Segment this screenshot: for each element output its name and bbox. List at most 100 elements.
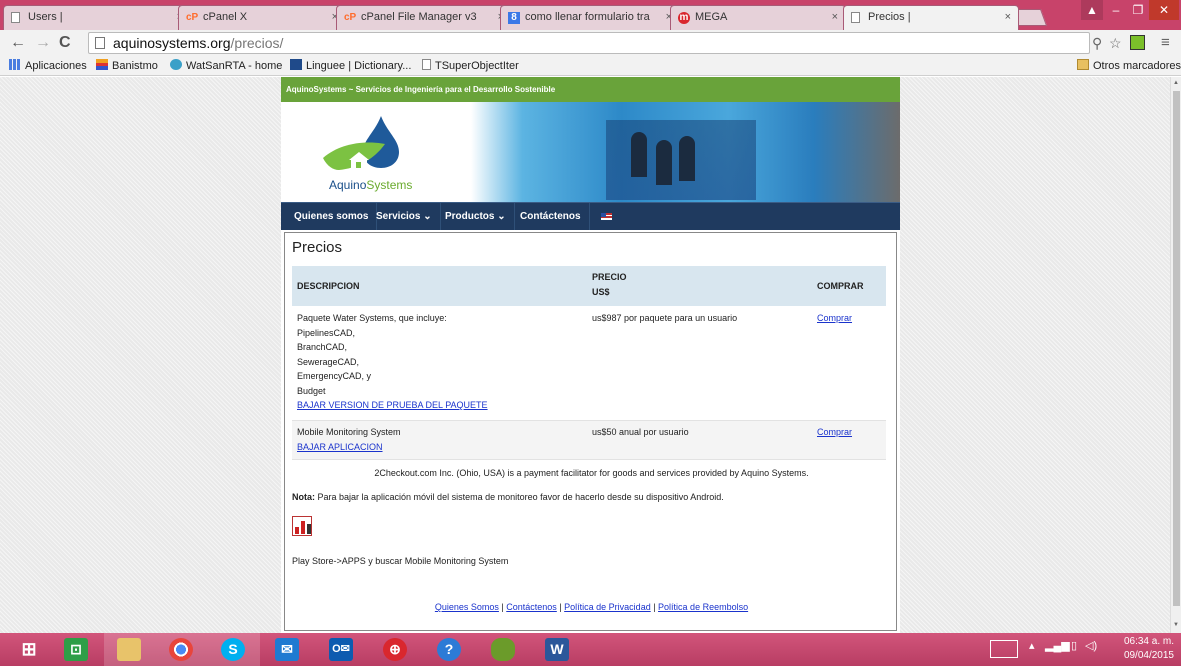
clock-time: 06:34 a. m. [1123,636,1174,647]
column-header-currency: US$ [592,287,610,297]
help-icon[interactable]: ? [424,633,476,666]
page-icon [11,12,20,23]
mail-icon[interactable]: ✉ [262,633,314,666]
bookmark-otros-marcadores[interactable]: Otros marcadores [1077,59,1181,72]
playstore-instructions: Play Store->APPS y buscar Mobile Monitor… [292,556,509,566]
system-clock[interactable]: 06:34 a. m. 09/04/2015 [1098,635,1174,663]
browser-tab-strip: Users | × cP cPanel X × cP cPanel File M… [0,0,1181,30]
minimize-button[interactable]: – [1105,0,1127,20]
bookmarks-bar: Aplicaciones Banistmo WatSanRTA - home L… [0,56,1181,76]
back-arrow-icon[interactable]: ← [10,34,26,52]
reload-icon[interactable]: C [59,34,71,52]
store-icon[interactable]: ⊡ [51,633,103,666]
download-trial-link[interactable]: BAJAR VERSION DE PRUEBA DEL PAQUETE [297,400,488,410]
page-title: Precios [292,239,343,256]
bookmark-linguee[interactable]: Linguee | Dictionary... [290,59,411,72]
window-close-button[interactable]: ✕ [1149,0,1179,20]
footer-link-contactenos[interactable]: Contáctenos [506,602,557,612]
battery-icon[interactable]: ▯ [1071,639,1077,652]
bookmark-banistmo[interactable]: Banistmo [96,59,158,72]
price-table: DESCRIPCION PRECIO US$ COMPRAR Paquete W… [292,266,886,460]
product-price: us$987 por paquete para un usuario [592,313,738,323]
nav-contactenos[interactable]: Contáctenos [512,203,590,230]
tab-title: como llenar formulario tra [525,11,650,23]
payment-facilitator-note: 2Checkout.com Inc. (Ohio, USA) is a paym… [374,468,809,478]
menu-icon[interactable]: ≡ [1161,33,1170,53]
header-person-image [631,132,647,177]
windows-start-icon[interactable]: ⊞ [4,633,56,666]
tab-users[interactable]: Users | × [3,5,191,30]
main-navigation: Quienes somos Servicios ⌄ Productos ⌄ Co… [281,202,900,230]
volume-icon[interactable]: ◁) [1085,639,1097,652]
tab-cpanel-x[interactable]: cP cPanel X × [178,5,346,30]
extension-icon[interactable] [1130,35,1145,50]
bookmark-label: Banistmo [112,60,158,72]
site-tagline: AquinoSystems ~ Servicios de Ingeniería … [286,85,556,94]
footer-link-reembolso[interactable]: Política de Reembolso [658,602,748,612]
opera-icon[interactable]: ⊕ [370,633,422,666]
keyboard-icon[interactable] [990,640,1018,658]
mega-icon: m [678,12,690,24]
bookmark-tsuperobjectiter[interactable]: TSuperObjectIter [422,59,519,72]
bookmark-label: Aplicaciones [25,60,87,72]
header-person-image [679,136,695,181]
page-icon [422,59,431,70]
footer-link-quienes-somos[interactable]: Quienes Somos [435,602,499,612]
tab-title: Users | [28,11,63,23]
show-hidden-icons[interactable]: ▴ [1029,639,1035,652]
tab-google-search[interactable]: 8 como llenar formulario tra × [500,5,680,30]
footer-link-privacidad[interactable]: Política de Privacidad [564,602,651,612]
product-description: Mobile Monitoring System BAJAR APLICACIO… [297,427,401,452]
tab-cpanel-file-manager[interactable]: cP cPanel File Manager v3 × [336,5,512,30]
bookmark-label: WatSanRTA - home [186,60,283,72]
scrollbar-thumb[interactable] [1173,91,1180,606]
table-header: DESCRIPCION PRECIO US$ COMPRAR [292,266,886,306]
tab-title: MEGA [695,11,728,23]
watsan-icon [170,59,182,70]
scroll-down-icon[interactable]: ▼ [1173,622,1179,628]
page-scrollbar[interactable]: ▲ ▼ [1170,77,1181,633]
close-icon[interactable]: × [832,11,838,23]
zoom-icon[interactable]: ⚲ [1092,33,1102,53]
buy-link[interactable]: Comprar [817,425,852,440]
scroll-up-icon[interactable]: ▲ [1173,80,1179,86]
file-explorer-icon[interactable] [104,633,156,666]
mobile-monitoring-app-icon [292,516,312,536]
forward-arrow-icon[interactable]: → [35,34,51,52]
url-text: aquinosystems.org/precios/ [113,35,284,51]
us-flag-icon[interactable] [601,213,612,220]
address-bar[interactable]: aquinosystems.org/precios/ [88,32,1090,54]
pricing-content: Precios DESCRIPCION PRECIO US$ COMPRAR P… [284,232,897,631]
nav-productos[interactable]: Productos ⌄ [437,203,515,230]
bookmark-aplicaciones[interactable]: Aplicaciones [9,59,87,72]
nav-quienes-somos[interactable]: Quienes somos [286,203,378,230]
apps-grid-icon [9,59,21,70]
bookmark-watsanrta[interactable]: WatSanRTA - home [170,59,282,72]
chrome-icon[interactable] [156,633,208,666]
word-icon[interactable]: W [532,633,584,666]
outlook-icon[interactable]: O✉ [316,633,368,666]
close-icon[interactable]: × [1005,11,1011,23]
cpanel-icon: cP [344,12,357,23]
tab-precios[interactable]: Precios | × [843,5,1019,30]
banistmo-icon [96,59,108,70]
network-signal-icon[interactable]: ▂▄▆ [1045,639,1070,652]
restore-button[interactable]: ❐ [1127,0,1149,20]
logo-wordmark: AquinoSystems [329,178,413,192]
bookmark-label: Linguee | Dictionary... [306,60,412,72]
nav-servicios[interactable]: Servicios ⌄ [368,203,441,230]
download-app-link[interactable]: BAJAR APLICACION [297,442,383,452]
linguee-icon [290,59,302,70]
game-icon[interactable] [478,633,530,666]
buy-link[interactable]: Comprar [817,311,852,326]
product-price: us$50 anual por usuario [592,427,689,437]
tab-title: Precios | [868,11,911,23]
skype-icon[interactable]: S [208,633,260,666]
tab-title: cPanel X [203,11,248,23]
site-container: AquinoSystems ~ Servicios de Ingeniería … [281,77,900,633]
bookmark-star-icon[interactable]: ☆ [1109,33,1122,53]
tab-mega[interactable]: m MEGA × [670,5,846,30]
page-viewport: AquinoSystems ~ Servicios de Ingeniería … [0,77,1170,633]
site-header: AquinoSystems [281,102,900,202]
user-profile-icon[interactable]: ▲ [1081,0,1103,20]
